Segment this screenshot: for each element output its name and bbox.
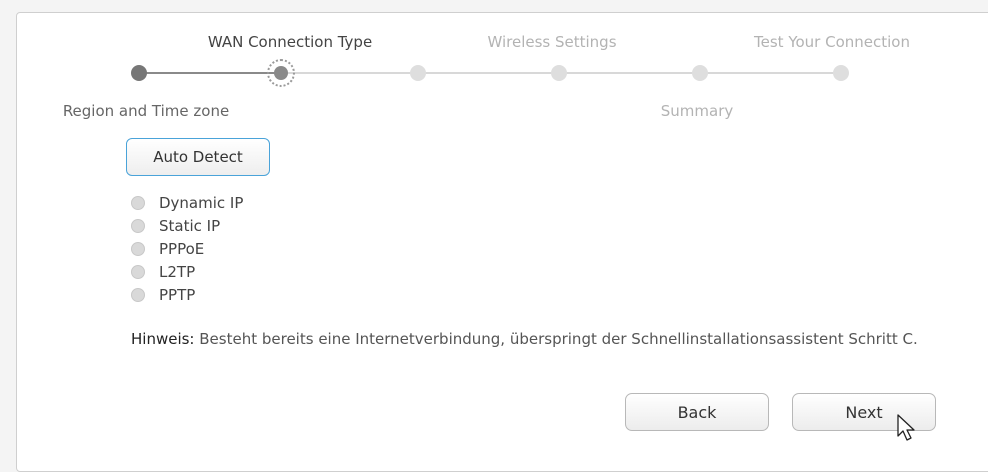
step-dot-wan: [274, 66, 288, 80]
radio-option-l2tp[interactable]: L2TP: [131, 260, 243, 283]
radio-button[interactable]: [131, 218, 145, 233]
radio-label: PPTP: [159, 285, 196, 304]
mouse-pointer-icon: [897, 414, 915, 441]
radio-button[interactable]: [131, 287, 145, 302]
radio-option-pptp[interactable]: PPTP: [131, 283, 243, 306]
radio-label: Static IP: [159, 216, 221, 235]
radio-label: PPPoE: [159, 239, 205, 258]
step-label-region-time-zone: Region and Time zone: [62, 102, 230, 120]
step-dot-test: [692, 65, 708, 81]
hint-prefix: Hinweis:: [131, 330, 195, 348]
radio-button[interactable]: [131, 264, 145, 279]
step-label-summary: Summary: [660, 102, 734, 120]
step-dot-wireless: [410, 65, 426, 81]
hint-note: Hinweis: Besteht bereits eine Internetve…: [131, 330, 931, 348]
radio-button[interactable]: [131, 241, 145, 256]
auto-detect-button[interactable]: Auto Detect: [126, 138, 270, 176]
step-label-test-connection: Test Your Connection: [754, 33, 910, 51]
step-dot-region: [131, 65, 147, 81]
radio-option-static-ip[interactable]: Static IP: [131, 214, 243, 237]
step-label-wireless-settings: Wireless Settings: [487, 33, 617, 51]
connection-type-list: Dynamic IP Static IP PPPoE L2TP PPTP: [131, 191, 243, 306]
step-label-wan-connection-type: WAN Connection Type: [207, 33, 373, 51]
step-dot-final: [833, 65, 849, 81]
back-button[interactable]: Back: [625, 393, 769, 431]
radio-button[interactable]: [131, 195, 145, 210]
radio-option-pppoe[interactable]: PPPoE: [131, 237, 243, 260]
progress-line-done: [139, 72, 281, 74]
step-dot-summary: [551, 65, 567, 81]
radio-label: L2TP: [159, 262, 196, 281]
radio-label: Dynamic IP: [159, 193, 244, 212]
radio-option-dynamic-ip[interactable]: Dynamic IP: [131, 191, 243, 214]
hint-text: Besteht bereits eine Internetverbindung,…: [194, 330, 918, 348]
